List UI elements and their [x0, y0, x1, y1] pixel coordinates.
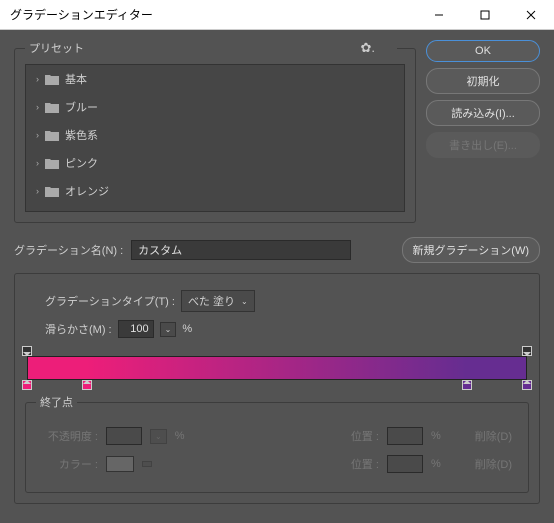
gradient-editor [27, 356, 527, 380]
color-stop[interactable] [522, 380, 532, 390]
percent-label: % [431, 430, 441, 442]
opacity-stop[interactable] [22, 346, 32, 356]
minimize-icon [434, 10, 444, 20]
load-button[interactable]: 読み込み(I)... [426, 100, 540, 126]
opacity-label: 不透明度 : [36, 428, 98, 444]
presets-fieldset: プリセット ✿. › 基本 › ブルー › 紫色系 › ピンク › オレンジ [14, 40, 416, 223]
color-dropdown [142, 461, 152, 467]
folder-icon [45, 74, 59, 85]
presets-legend: プリセット [29, 40, 84, 56]
preset-folder-item[interactable]: › 基本 [26, 65, 404, 93]
gradient-config-fieldset: グラデーションタイプ(T) : べた 塗り ⌄ 滑らかさ(M) : ⌄ % 終了… [14, 273, 540, 504]
preset-folder-item[interactable]: › ブルー [26, 93, 404, 121]
chevron-right-icon: › [36, 130, 39, 140]
close-icon [526, 10, 536, 20]
window-title: グラデーションエディター [10, 6, 416, 23]
new-gradient-button[interactable]: 新規グラデーション(W) [402, 237, 541, 263]
chevron-right-icon: › [36, 102, 39, 112]
preset-folder-item[interactable]: › オレンジ [26, 177, 404, 205]
endpoints-legend: 終了点 [36, 394, 77, 410]
opacity-position-input[interactable] [387, 427, 423, 445]
percent-label: % [431, 458, 441, 470]
position-label: 位置 : [351, 456, 379, 472]
chevron-right-icon: › [36, 186, 39, 196]
opacity-stop[interactable] [522, 346, 532, 356]
opacity-dropdown: ⌄ [150, 429, 167, 444]
gradient-type-label: グラデーションタイプ(T) : [45, 293, 175, 309]
chevron-down-icon: ⌄ [241, 297, 248, 306]
color-stop[interactable] [22, 380, 32, 390]
window-controls [416, 0, 554, 30]
export-button[interactable]: 書き出し(E)... [426, 132, 540, 158]
gear-icon[interactable]: ✿. [360, 40, 375, 56]
preset-label: 紫色系 [65, 127, 98, 143]
chevron-down-icon: ⌄ [165, 325, 172, 334]
preset-folder-item[interactable]: › ピンク [26, 149, 404, 177]
preset-label: ブルー [65, 99, 98, 115]
percent-label: % [182, 323, 192, 335]
opacity-input[interactable] [106, 427, 142, 445]
delete-opacity-button: 削除(D) [469, 426, 518, 446]
preset-label: オレンジ [65, 183, 109, 199]
gradient-type-value: べた 塗り [188, 293, 235, 309]
folder-icon [45, 158, 59, 169]
close-button[interactable] [508, 0, 554, 30]
reset-button[interactable]: 初期化 [426, 68, 540, 94]
percent-label: % [175, 430, 185, 442]
gradient-type-select[interactable]: べた 塗り ⌄ [181, 290, 255, 312]
smoothness-dropdown[interactable]: ⌄ [160, 322, 177, 337]
delete-color-button: 削除(D) [469, 454, 518, 474]
smoothness-label: 滑らかさ(M) : [45, 321, 112, 337]
chevron-right-icon: › [36, 158, 39, 168]
color-stop[interactable] [82, 380, 92, 390]
ok-button[interactable]: OK [426, 40, 540, 62]
preset-label: 基本 [65, 71, 87, 87]
titlebar: グラデーションエディター [0, 0, 554, 30]
preset-label: ピンク [65, 155, 98, 171]
color-stop[interactable] [462, 380, 472, 390]
chevron-right-icon: › [36, 74, 39, 84]
preset-folder-item[interactable]: › 紫色系 [26, 121, 404, 149]
color-swatch[interactable] [106, 456, 134, 472]
maximize-button[interactable] [462, 0, 508, 30]
gradient-name-label: グラデーション名(N) : [14, 242, 123, 258]
minimize-button[interactable] [416, 0, 462, 30]
color-label: カラー : [36, 456, 98, 472]
position-label: 位置 : [351, 428, 379, 444]
folder-icon [45, 186, 59, 197]
gradient-bar[interactable] [27, 356, 527, 380]
folder-icon [45, 130, 59, 141]
smoothness-input[interactable] [118, 320, 154, 338]
chevron-down-icon: ⌄ [155, 432, 162, 441]
preset-list[interactable]: › 基本 › ブルー › 紫色系 › ピンク › オレンジ [25, 64, 405, 212]
color-position-input[interactable] [387, 455, 423, 473]
gradient-name-input[interactable] [131, 240, 351, 260]
folder-icon [45, 102, 59, 113]
endpoints-fieldset: 終了点 不透明度 : ⌄ % 位置 : % 削除(D) カラー : 位置 : [25, 394, 529, 493]
maximize-icon [480, 10, 490, 20]
